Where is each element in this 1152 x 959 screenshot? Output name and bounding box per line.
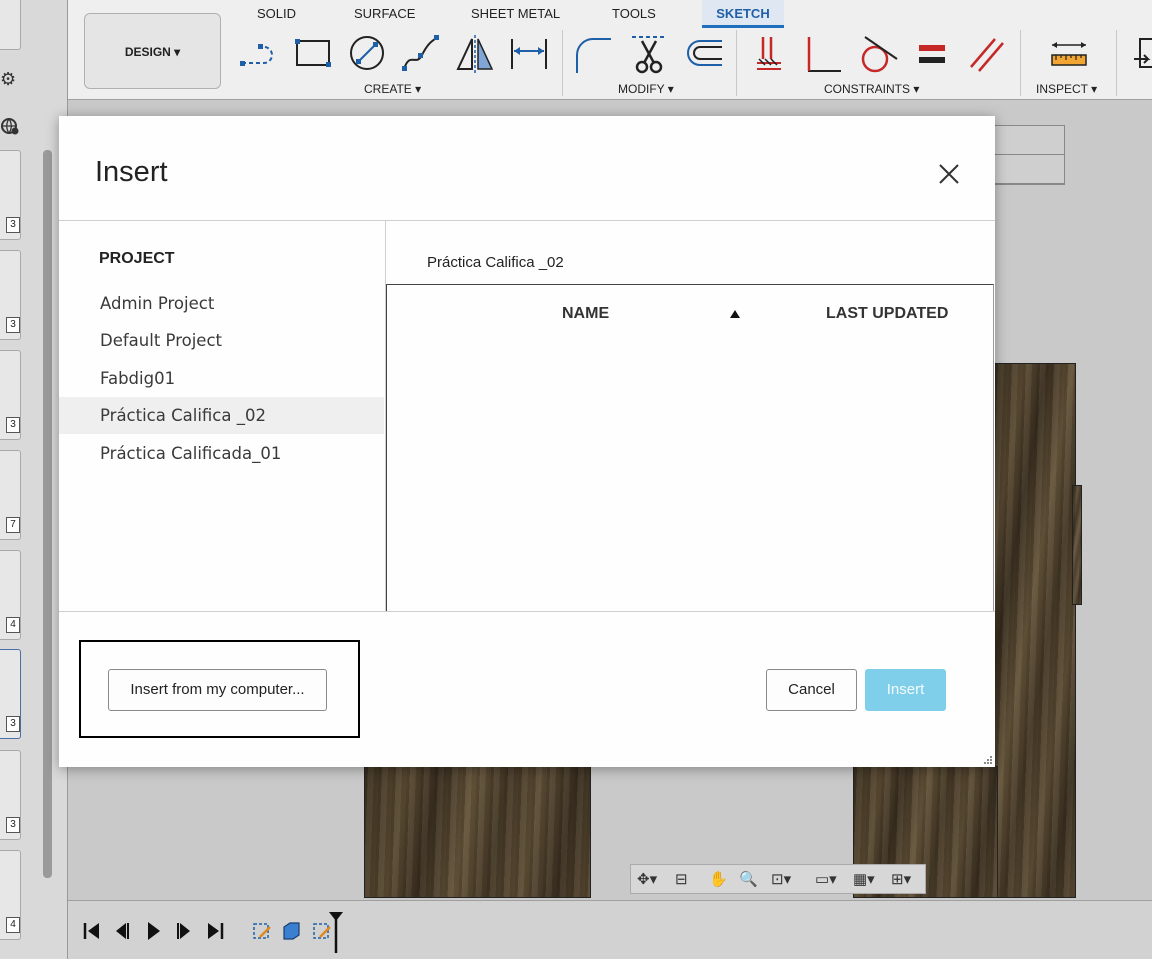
tangent-icon[interactable] [857,33,899,75]
step-forward-icon[interactable] [174,919,194,943]
modify-menu[interactable]: MODIFY ▾ [618,82,674,96]
toolbar-separator [1116,30,1117,96]
create-menu[interactable]: CREATE ▾ [364,82,421,96]
dialog-title: Insert [95,156,168,188]
browser-node[interactable]: 3 [0,150,21,240]
browser-node[interactable]: 7 [0,450,21,540]
file-list-table[interactable]: NAME LAST UPDATED [386,284,994,612]
perpendicular-icon[interactable] [803,33,845,75]
tab-surface[interactable]: SURFACE [354,0,415,28]
extrude-feature-icon[interactable] [281,919,301,943]
look-at-icon[interactable]: ⊟ [675,869,688,891]
line-icon[interactable] [238,33,280,75]
workspace-switcher[interactable]: DESIGN ▾ [84,13,221,89]
toolbar-separator [562,30,563,96]
skip-start-icon[interactable] [82,919,102,943]
offset-icon[interactable] [682,33,724,75]
trim-scissors-icon[interactable] [628,33,670,75]
project-item[interactable]: Default Project [59,322,384,359]
browser-node[interactable]: 4 [0,850,21,940]
constraints-menu[interactable]: CONSTRAINTS ▾ [824,82,919,96]
browser-panel: ⚙ 3 3 3 7 4 3 3 4 [0,0,68,959]
timeline-marker[interactable] [328,911,344,953]
project-item[interactable]: Admin Project [59,285,384,322]
fillet-icon[interactable] [573,33,615,75]
circle-icon[interactable] [346,33,388,75]
project-item-selected[interactable]: Práctica Califica _02 [59,397,384,434]
browser-node[interactable]: 3 [0,250,21,340]
view-cube-placeholder[interactable] [990,125,1065,185]
node-badge[interactable]: 7 [6,517,20,533]
browser-scrollbar[interactable] [43,150,52,878]
tab-sketch[interactable]: SKETCH [702,0,784,28]
spline-icon[interactable] [400,33,442,75]
wood-panel-tab [1072,485,1082,605]
measure-icon[interactable] [1048,33,1090,75]
gear-icon[interactable]: ⚙ [0,69,20,89]
timeline-bar [68,900,1152,959]
tab-tools[interactable]: TOOLS [612,0,656,28]
divider [59,611,995,612]
skip-end-icon[interactable] [205,919,225,943]
equal-icon[interactable] [911,33,953,75]
browser-node-active[interactable]: 3 [0,649,21,739]
display-settings-icon[interactable]: ▭▾ [815,869,837,891]
project-item[interactable]: Fabdig01 [59,360,384,397]
parallel-icon[interactable] [965,33,1007,75]
browser-node[interactable]: 4 [0,550,21,640]
browser-node[interactable]: 3 [0,350,21,440]
node-badge[interactable]: 3 [6,817,20,833]
toolbar-separator [736,30,737,96]
node-badge[interactable]: 3 [6,317,20,333]
browser-node[interactable]: 3 [0,750,21,840]
cancel-button[interactable]: Cancel [766,669,857,711]
resize-grip-icon[interactable] [983,755,993,765]
insert-from-computer-button[interactable]: Insert from my computer... [108,669,327,711]
inspect-menu[interactable]: INSPECT ▾ [1036,82,1097,96]
wood-panel-right[interactable] [994,363,1076,898]
insert-dialog: Insert PROJECT Admin Project Default Pro… [59,116,995,767]
pan-hand-icon[interactable]: ✋ [709,869,728,891]
divider [59,220,995,221]
sort-ascending-icon[interactable] [729,309,741,319]
project-item[interactable]: Práctica Calificada_01 [59,435,384,472]
globe-visibility-icon[interactable] [0,116,20,136]
step-back-icon[interactable] [112,919,132,943]
grid-icon[interactable]: ▦▾ [853,869,875,891]
current-folder-path: Práctica Califica _02 [427,254,564,271]
tab-sheet-metal[interactable]: SHEET METAL [471,0,560,28]
play-icon[interactable] [143,919,163,943]
node-badge[interactable]: 4 [6,617,20,633]
node-badge[interactable]: 3 [6,417,20,433]
node-badge[interactable]: 3 [6,217,20,233]
close-icon[interactable] [937,162,961,186]
insert-icon[interactable] [1130,33,1152,75]
zoom-icon[interactable]: 🔍 [739,869,758,891]
zoom-window-icon[interactable]: ⊡▾ [771,869,791,891]
fix-constraint-icon[interactable] [749,33,791,75]
navigation-bar: ✥▾ ⊟ ✋ 🔍 ⊡▾ ▭▾ ▦▾ ⊞▾ [630,864,926,894]
viewports-icon[interactable]: ⊞▾ [891,869,911,891]
rectangle-icon[interactable] [292,33,334,75]
node-badge[interactable]: 4 [6,917,20,933]
column-header-last-updated[interactable]: LAST UPDATED [826,305,948,323]
orbit-icon[interactable]: ✥▾ [637,869,657,891]
insert-button[interactable]: Insert [865,669,946,711]
wood-panel-left[interactable] [364,766,591,898]
ribbon-toolbar: SOLID SURFACE SHEET METAL TOOLS SKETCH D… [68,0,1152,100]
browser-node[interactable] [0,0,21,50]
tab-solid[interactable]: SOLID [257,0,296,28]
sketch-feature-icon[interactable] [252,919,272,943]
dimension-icon[interactable] [508,33,550,75]
node-badge[interactable]: 3 [6,716,20,732]
toolbar-separator [1020,30,1021,96]
project-heading: PROJECT [99,250,175,267]
column-header-name[interactable]: NAME [562,305,609,323]
mirror-icon[interactable] [454,33,496,75]
